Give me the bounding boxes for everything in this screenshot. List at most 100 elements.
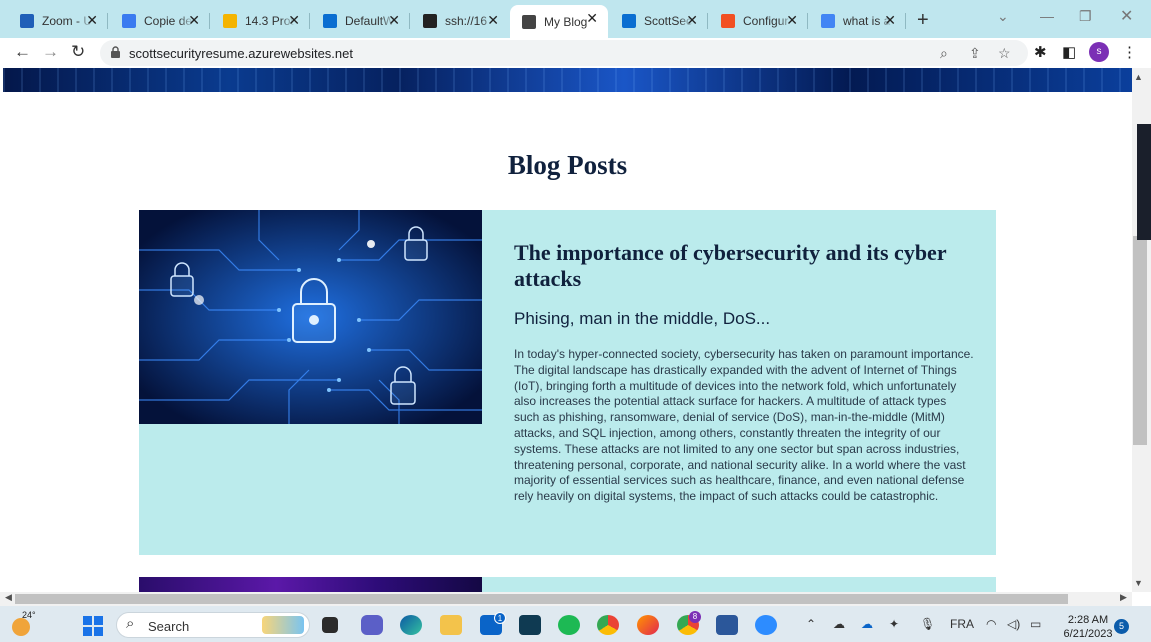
tray-gift-icon[interactable]: ✦ <box>889 617 899 631</box>
extensions-icon[interactable]: ✱ <box>1034 43 1047 61</box>
tab-separator <box>309 13 310 29</box>
tab-title: Zoom - U <box>42 13 92 28</box>
tab-separator <box>905 13 906 29</box>
tab-separator <box>707 13 708 29</box>
blog-post-card-next <box>139 577 996 592</box>
edge-icon[interactable] <box>400 615 422 635</box>
volume-icon[interactable]: ◁) <box>1007 617 1020 631</box>
zoom-icon <box>20 13 34 28</box>
scroll-left-arrow-icon[interactable]: ◀ <box>5 592 12 603</box>
firefox-icon[interactable] <box>637 615 659 635</box>
profile-avatar[interactable]: s <box>1089 42 1109 62</box>
search-label: Search <box>148 619 190 634</box>
teams-chat-icon[interactable] <box>361 615 383 635</box>
system-clock[interactable]: 2:28 AM 6/21/2023 <box>1060 613 1116 641</box>
task-view-icon[interactable] <box>322 617 338 633</box>
tab-item[interactable]: what is a ✕ <box>809 7 906 34</box>
tab-item[interactable]: Zoom - U ✕ <box>8 7 108 34</box>
search-icon: ⌕ <box>126 615 135 632</box>
tab-item[interactable]: Copie de ✕ <box>110 7 210 34</box>
tab-close-icon[interactable]: ✕ <box>288 12 300 29</box>
padlock-circuit-illustration <box>139 210 482 424</box>
tab-item[interactable]: DefaultW ✕ <box>311 7 410 34</box>
blog-post-card: The importance of cybersecurity and its … <box>139 210 996 555</box>
tab-close-icon[interactable]: ✕ <box>487 12 499 29</box>
post-body: The importance of cybersecurity and its … <box>514 240 974 505</box>
tray-app-icon[interactable]: ☁ <box>833 617 845 631</box>
onedrive-icon[interactable]: ☁ <box>861 617 873 631</box>
tab-item[interactable]: 14.3 Prot ✕ <box>211 7 310 34</box>
azure-icon <box>323 13 337 28</box>
browser-toolbar: ← → ↻ scottsecurityresume.azurewebsites.… <box>0 38 1151 68</box>
post-image-next <box>139 577 482 592</box>
weather-widget[interactable]: 24° <box>12 610 36 636</box>
address-bar[interactable]: scottsecurityresume.azurewebsites.net ⌕ … <box>100 40 1028 66</box>
scroll-up-arrow-icon[interactable]: ▲ <box>1134 72 1143 82</box>
azure-icon <box>622 13 636 28</box>
microphone-icon[interactable]: 🎙 <box>920 617 935 631</box>
tab-close-icon[interactable]: ✕ <box>786 12 798 29</box>
microsoft-icon <box>721 13 735 28</box>
close-window-button[interactable]: ✕ <box>1120 6 1133 26</box>
share-icon[interactable]: ⇪ <box>969 45 981 62</box>
tab-close-icon[interactable]: ✕ <box>188 12 200 29</box>
tab-close-icon[interactable]: ✕ <box>884 12 896 29</box>
clock-date: 6/21/2023 <box>1063 628 1113 640</box>
globe-icon <box>522 14 536 29</box>
start-button[interactable] <box>83 616 103 636</box>
tab-separator <box>807 13 808 29</box>
mail-badge: 1 <box>494 612 506 624</box>
tab-item[interactable]: ScottSec ✕ <box>610 7 708 34</box>
tab-close-icon[interactable]: ✕ <box>686 12 698 29</box>
tray-chevron-icon[interactable]: ⌃ <box>806 617 816 631</box>
tab-active[interactable]: My Blog ✕ <box>510 5 608 38</box>
forward-button[interactable]: → <box>42 42 59 62</box>
file-explorer-icon[interactable] <box>440 615 462 635</box>
side-panel-icon[interactable]: ◧ <box>1062 43 1076 61</box>
horizontal-scroll-thumb[interactable] <box>15 594 1068 604</box>
menu-kebab-icon[interactable]: ⋮ <box>1122 43 1137 61</box>
spotify-icon[interactable] <box>558 615 580 635</box>
notification-badge[interactable]: 5 <box>1114 619 1129 634</box>
tab-close-icon[interactable]: ✕ <box>388 12 400 29</box>
horizontal-scrollbar[interactable]: ◀ ▶ <box>0 592 1132 606</box>
url-text: scottsecurityresume.azurewebsites.net <box>129 46 353 61</box>
vertical-scroll-thumb[interactable] <box>1133 236 1147 445</box>
back-button[interactable]: ← <box>14 42 31 62</box>
scroll-down-arrow-icon[interactable]: ▼ <box>1134 578 1143 588</box>
scroll-right-arrow-icon[interactable]: ▶ <box>1120 592 1127 603</box>
wifi-icon[interactable]: ◠ <box>986 617 996 631</box>
hero-banner-image <box>3 68 1132 92</box>
post-excerpt: In today's hyper-connected society, cybe… <box>514 347 974 504</box>
terminal-app-icon[interactable] <box>519 615 541 635</box>
tab-search-icon[interactable]: ⌄ <box>997 8 1009 25</box>
tab-close-icon[interactable]: ✕ <box>586 10 598 27</box>
google-docs-icon <box>122 13 136 28</box>
new-tab-button[interactable]: + <box>917 9 929 32</box>
language-indicator[interactable]: FRA <box>950 617 974 631</box>
tab-title: Copie de <box>144 13 193 28</box>
tab-item[interactable]: Configur ✕ <box>709 7 808 34</box>
windows-taskbar: 24° ⌕ Search 1 8 ⌃ ☁ ☁ ✦ 🎙 FRA ◠ ◁) ▭ 2:… <box>0 606 1151 642</box>
reload-button[interactable]: ↻ <box>71 42 85 62</box>
clock-time: 2:28 AM <box>1067 614 1109 626</box>
google-slides-icon <box>223 13 237 28</box>
word-icon[interactable] <box>716 615 738 635</box>
search-highlight-icon <box>262 616 304 634</box>
terminal-icon <box>423 13 437 28</box>
maximize-button[interactable]: ❐ <box>1079 8 1092 25</box>
zoom-app-icon[interactable] <box>755 615 777 635</box>
battery-icon[interactable]: ▭ <box>1030 617 1041 631</box>
teams-badge: 8 <box>689 611 701 623</box>
google-icon <box>821 13 835 28</box>
bookmark-star-icon[interactable]: ☆ <box>998 45 1011 62</box>
post-image-cybersecurity <box>139 210 482 424</box>
tab-item[interactable]: ssh://16 ✕ <box>411 7 509 34</box>
zoom-lens-icon[interactable]: ⌕ <box>940 45 948 62</box>
taskbar-search[interactable]: ⌕ Search <box>116 612 310 638</box>
minimize-button[interactable]: — <box>1040 8 1054 24</box>
browser-tab-strip: Zoom - U ✕ Copie de ✕ 14.3 Prot ✕ DefaultW ✕ ssh… <box>0 0 1151 38</box>
post-title[interactable]: The importance of cybersecurity and its … <box>514 240 974 292</box>
tab-close-icon[interactable]: ✕ <box>86 12 98 29</box>
chrome-icon[interactable] <box>597 615 619 635</box>
